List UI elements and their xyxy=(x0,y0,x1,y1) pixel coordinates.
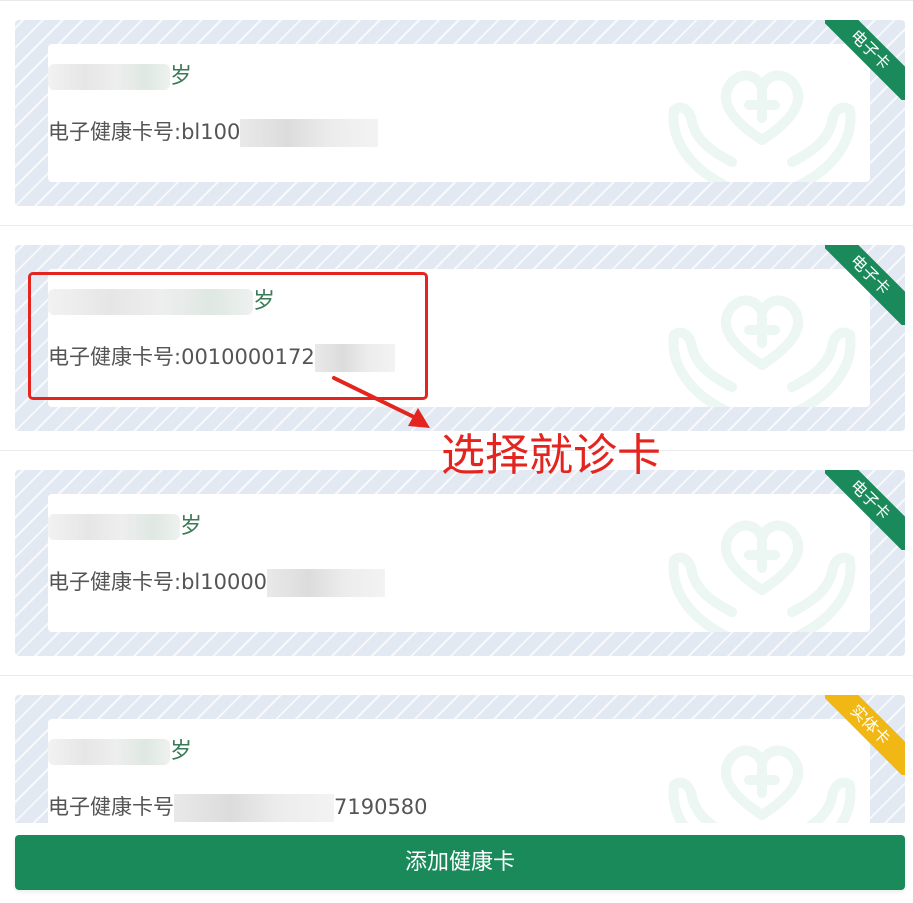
name-redaction xyxy=(48,64,170,90)
number-redaction xyxy=(267,569,386,597)
card-number-value: bl100 xyxy=(181,120,241,144)
card-panel: 岁 电子健康卡号:bl10000 xyxy=(48,494,870,632)
list-divider xyxy=(0,225,913,226)
health-card-3[interactable]: 岁 电子健康卡号:bl10000 电子卡 xyxy=(15,470,905,656)
age-unit: 岁 xyxy=(180,514,203,539)
card-type-badge: 电子卡 xyxy=(825,20,905,100)
physical-card-badge: 实体卡 xyxy=(825,695,905,775)
list-divider xyxy=(0,675,913,676)
number-redaction xyxy=(240,119,379,147)
patient-name-age: 岁 xyxy=(48,737,368,767)
card-number: 电子健康卡号:bl100 xyxy=(48,116,648,148)
card-number-label: 电子健康卡号: xyxy=(48,120,182,144)
card-number-value: bl10000 xyxy=(181,570,268,594)
patient-name-age: 岁 xyxy=(48,512,368,542)
electronic-card-badge: 电子卡 xyxy=(825,245,905,325)
annotation-arrow-icon xyxy=(332,376,430,428)
patient-name-age: 岁 xyxy=(48,62,368,92)
electronic-card-badge: 电子卡 xyxy=(825,20,905,100)
card-type-badge: 电子卡 xyxy=(825,470,905,550)
card-type-badge: 电子卡 xyxy=(825,245,905,325)
health-card-1[interactable]: 岁 电子健康卡号:bl100 电子卡 xyxy=(15,20,905,206)
name-redaction xyxy=(48,514,180,540)
card-number-value: 7190580 xyxy=(334,795,428,819)
number-redaction xyxy=(174,794,334,822)
card-type-badge: 实体卡 xyxy=(825,695,905,775)
add-health-card-button[interactable]: 添加健康卡 xyxy=(15,835,905,890)
top-divider xyxy=(0,0,913,1)
card-number-label: 电子健康卡号: xyxy=(48,570,182,594)
age-unit: 岁 xyxy=(170,739,193,764)
card-panel: 岁 电子健康卡号:bl100 xyxy=(48,44,870,182)
card-number-label: 电子健康卡号 xyxy=(48,795,174,819)
annotation-label: 选择就诊卡 xyxy=(441,430,661,481)
age-unit: 岁 xyxy=(170,64,193,89)
bottom-action-bar: 添加健康卡 xyxy=(0,823,913,903)
card-number: 电子健康卡号:bl10000 xyxy=(48,566,648,598)
name-redaction xyxy=(48,739,170,765)
electronic-card-badge: 电子卡 xyxy=(825,470,905,550)
card-number: 电子健康卡号 7190580 xyxy=(48,791,648,823)
